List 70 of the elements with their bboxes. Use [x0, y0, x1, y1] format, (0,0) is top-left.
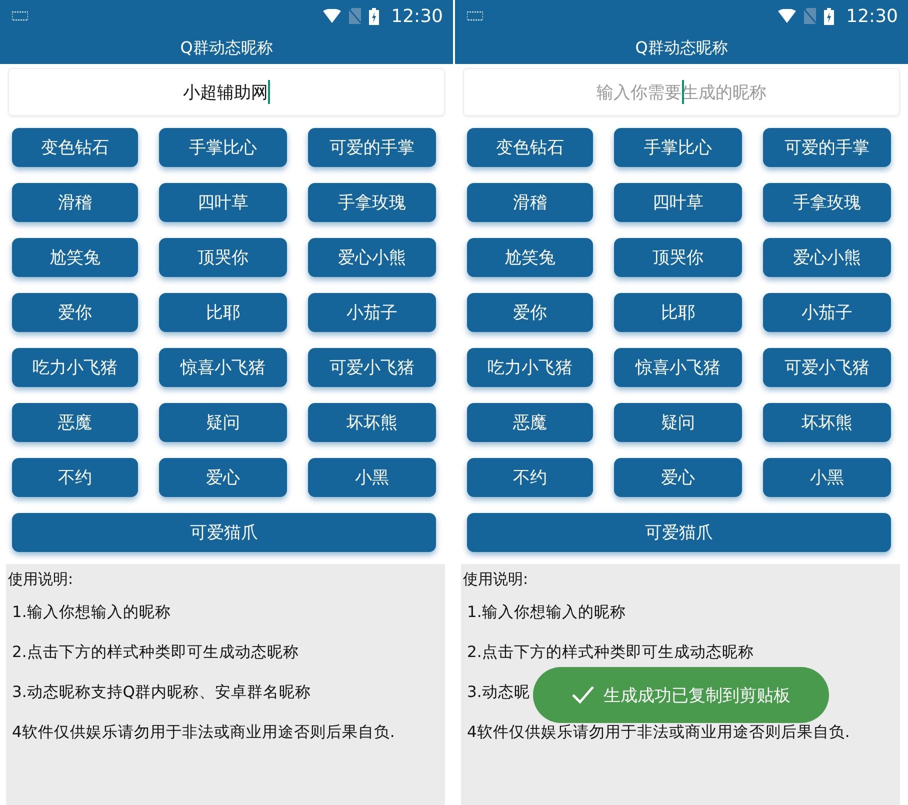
- toast-text: 生成成功已复制到剪贴板: [604, 684, 790, 706]
- style-button[interactable]: 变色钻石: [467, 128, 593, 167]
- battery-charging-icon: [369, 8, 380, 24]
- style-button[interactable]: 可爱猫爪: [467, 513, 891, 552]
- style-button[interactable]: 坏坏熊: [308, 403, 436, 442]
- style-button[interactable]: 爱心小熊: [308, 238, 436, 277]
- status-time: 12:30: [391, 6, 443, 26]
- style-button[interactable]: 爱心: [614, 458, 742, 497]
- status-time: 12:30: [846, 6, 898, 26]
- wifi-icon: [778, 9, 796, 23]
- style-button[interactable]: 可爱的手掌: [308, 128, 436, 167]
- style-button[interactable]: 吃力小飞猪: [12, 348, 138, 387]
- style-button[interactable]: 手掌比心: [159, 128, 287, 167]
- style-button[interactable]: 手拿玫瑰: [308, 183, 436, 222]
- style-button[interactable]: 爱心小熊: [763, 238, 891, 277]
- style-button[interactable]: 四叶草: [159, 183, 287, 222]
- wifi-icon: [323, 9, 342, 23]
- style-button[interactable]: 可爱的手掌: [763, 128, 891, 167]
- instruction-text: 3.动态昵称支持Q群内昵称、安卓群名昵称: [12, 683, 311, 701]
- nickname-input-field[interactable]: 小超辅助网: [8, 68, 445, 116]
- instructions-title: 使用说明:: [7, 569, 74, 590]
- no-sim-icon: [349, 8, 362, 24]
- instruction-text: 4软件仅供娱乐请勿用于非法或商业用途否则后果自负.: [467, 723, 850, 741]
- style-button[interactable]: 小茄子: [308, 293, 436, 332]
- text-cursor: [268, 80, 270, 104]
- style-button[interactable]: 惊喜小飞猪: [159, 348, 287, 387]
- style-button[interactable]: 可爱小飞猪: [308, 348, 436, 387]
- battery-charging-icon: [824, 8, 834, 24]
- style-button[interactable]: 吃力小飞猪: [467, 348, 593, 387]
- style-button[interactable]: 顶哭你: [159, 238, 287, 277]
- style-button[interactable]: 可爱小飞猪: [763, 348, 891, 387]
- style-button[interactable]: 小黑: [308, 458, 436, 497]
- instruction-text: 1.输入你想输入的昵称: [12, 603, 171, 621]
- style-button[interactable]: 顶哭你: [614, 238, 742, 277]
- style-button[interactable]: 小黑: [763, 458, 891, 497]
- style-button[interactable]: 滑稽: [467, 183, 593, 222]
- style-button[interactable]: 疑问: [614, 403, 742, 442]
- style-button[interactable]: 坏坏熊: [763, 403, 891, 442]
- no-sim-icon: [804, 8, 816, 24]
- keyboard-icon: [12, 11, 28, 21]
- style-button[interactable]: 恶魔: [12, 403, 138, 442]
- instructions-title: 使用说明:: [462, 569, 530, 590]
- style-button[interactable]: 爱心: [159, 458, 287, 497]
- style-button[interactable]: 变色钻石: [12, 128, 138, 167]
- style-button[interactable]: 比耶: [159, 293, 287, 332]
- instruction-text: 2.点击下方的样式种类即可生成动态昵称: [12, 643, 299, 661]
- style-button[interactable]: 不约: [12, 458, 138, 497]
- style-button[interactable]: 尬笑兔: [467, 238, 593, 277]
- style-button[interactable]: 爱你: [12, 293, 138, 332]
- style-button[interactable]: 爱你: [467, 293, 593, 332]
- app-title: Q群动态昵称: [634, 36, 729, 58]
- style-button[interactable]: 疑问: [159, 403, 287, 442]
- style-button[interactable]: 四叶草: [614, 183, 742, 222]
- style-button[interactable]: 尬笑兔: [12, 238, 138, 277]
- instruction-text: 4软件仅供娱乐请勿用于非法或商业用途否则后果自负.: [12, 723, 395, 741]
- instruction-text: 2.点击下方的样式种类即可生成动态昵称: [467, 643, 754, 661]
- style-button[interactable]: 小茄子: [763, 293, 891, 332]
- style-button[interactable]: 不约: [467, 458, 593, 497]
- style-button[interactable]: 滑稽: [12, 183, 138, 222]
- style-button[interactable]: 惊喜小飞猪: [614, 348, 742, 387]
- style-button[interactable]: 手掌比心: [614, 128, 742, 167]
- instruction-text: 3.动态昵: [467, 683, 530, 701]
- style-button[interactable]: 手拿玫瑰: [763, 183, 891, 222]
- keyboard-icon: [467, 11, 483, 21]
- style-button[interactable]: 可爱猫爪: [12, 513, 436, 552]
- style-button[interactable]: 恶魔: [467, 403, 593, 442]
- checkmark-icon: [572, 686, 594, 704]
- style-button[interactable]: 比耶: [614, 293, 742, 332]
- app-title: Q群动态昵称: [179, 36, 274, 58]
- instruction-text: 1.输入你想输入的昵称: [467, 603, 626, 621]
